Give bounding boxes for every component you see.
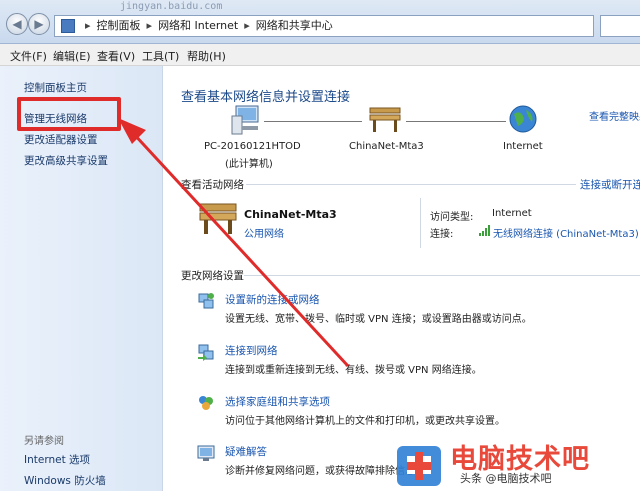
watermark-sub: 头条 @电脑技术吧 — [460, 472, 552, 485]
annotation-arrow — [118, 118, 350, 368]
network-sharing-center-window: ◀ ▶ ▸ 控制面板 ▸ 网络和 Internet ▸ 网络和共享中心 jingyan.b… — [0, 0, 640, 491]
